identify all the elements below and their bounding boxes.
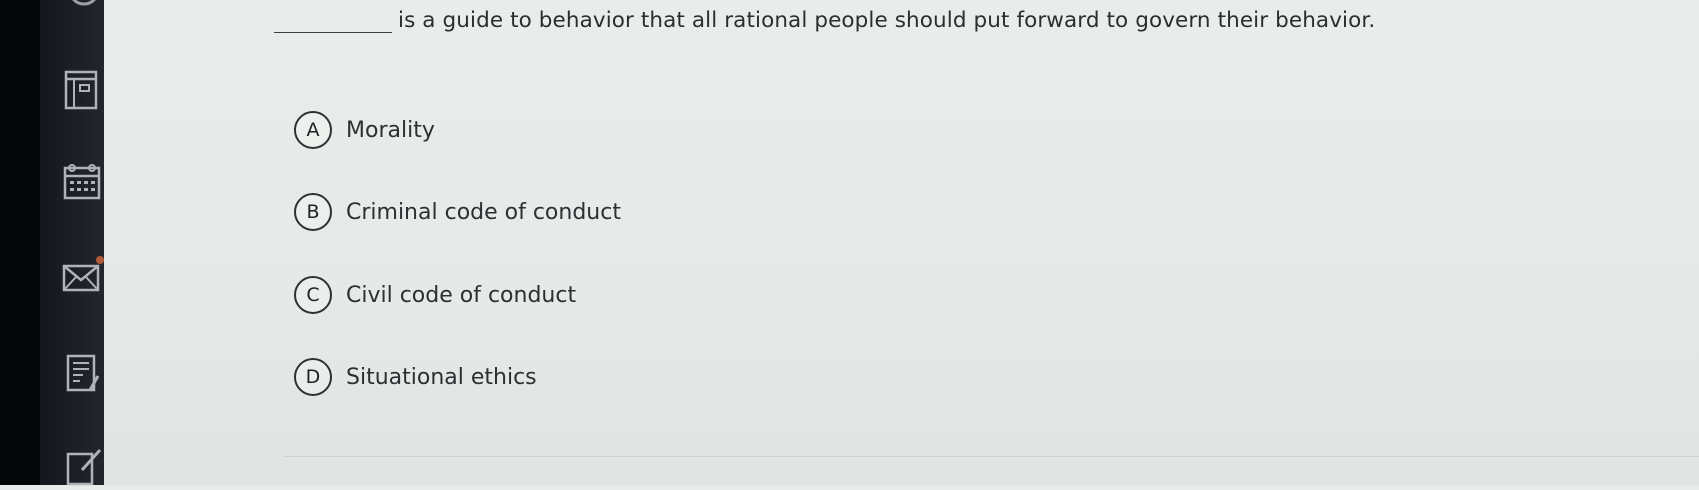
divider (284, 456, 1699, 457)
option-b-text: Criminal code of conduct (346, 199, 621, 225)
option-b[interactable]: B Criminal code of conduct (294, 191, 621, 233)
option-c-text: Civil code of conduct (346, 282, 577, 308)
top-partial-icon[interactable] (66, 0, 102, 10)
main-content: is a guide to behavior that all rational… (104, 0, 1699, 485)
option-c[interactable]: C Civil code of conduct (294, 274, 576, 316)
mail-icon[interactable] (60, 256, 104, 300)
question-prompt: is a guide to behavior that all rational… (274, 8, 1375, 33)
option-c-letter: C (294, 276, 332, 314)
sidebar (0, 0, 104, 486)
option-a-text: Morality (346, 117, 435, 143)
option-a[interactable]: A Morality (294, 109, 435, 151)
option-a-letter: A (294, 111, 332, 149)
notebook-icon[interactable] (60, 66, 104, 110)
sidebar-edge (0, 0, 40, 485)
option-d-letter: D (294, 358, 332, 396)
calendar-icon[interactable] (60, 160, 104, 204)
option-d[interactable]: D Situational ethics (294, 356, 537, 398)
option-d-text: Situational ethics (346, 364, 537, 390)
answer-blank (274, 10, 392, 33)
edit-icon[interactable] (60, 446, 104, 490)
document-edit-icon[interactable] (60, 350, 104, 394)
option-b-letter: B (294, 193, 332, 231)
question-text: is a guide to behavior that all rational… (398, 8, 1376, 33)
